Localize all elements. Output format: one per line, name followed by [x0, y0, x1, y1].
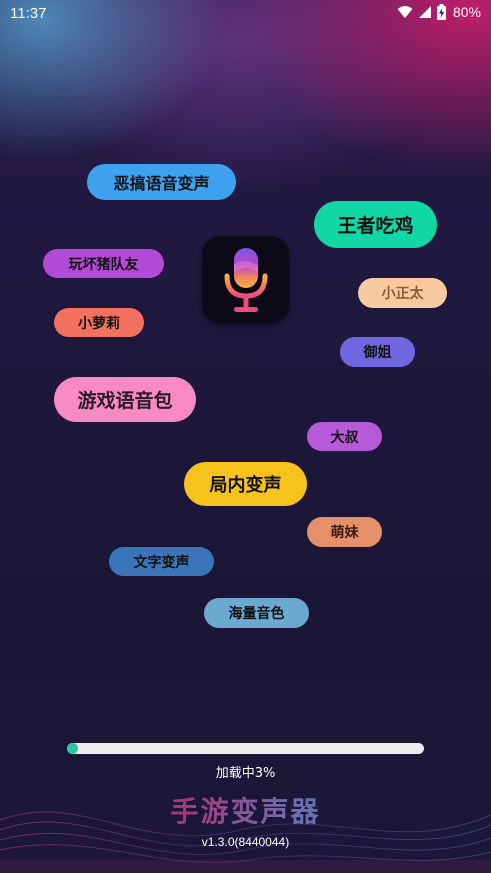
tag-ingame[interactable]: 局内变声 [184, 462, 307, 506]
battery-percent: 80% [452, 4, 481, 20]
tag-loli[interactable]: 小萝莉 [54, 308, 144, 337]
tag-chicken[interactable]: 王者吃鸡 [314, 201, 437, 248]
app-logo [202, 236, 289, 323]
status-time: 11:37 [10, 5, 47, 22]
tag-dashu[interactable]: 大叔 [307, 422, 382, 451]
app-name: 手游变声器 [0, 790, 491, 830]
tag-yujie[interactable]: 御姐 [340, 337, 415, 367]
app-version: v1.3.0(8440044) [201, 835, 290, 849]
signal-icon [418, 6, 431, 18]
loading-progress-bar [67, 743, 424, 754]
tag-massive[interactable]: 海量音色 [204, 598, 309, 628]
loading-progress-fill [67, 743, 78, 754]
status-bar: 11:37 80% [0, 0, 491, 28]
tag-prank[interactable]: 恶搞语音变声 [87, 164, 236, 200]
tag-mengmei[interactable]: 萌妹 [307, 517, 382, 547]
loading-text: 加载中3% [215, 766, 276, 781]
tag-gamepack[interactable]: 游戏语音包 [54, 377, 196, 422]
tag-zhengtai[interactable]: 小正太 [358, 278, 447, 308]
tag-friend[interactable]: 玩坏猪队友 [43, 249, 164, 278]
wifi-icon [397, 6, 413, 18]
microphone-icon [224, 247, 267, 312]
tag-text[interactable]: 文字变声 [109, 547, 214, 576]
battery-charging-icon [436, 4, 446, 20]
